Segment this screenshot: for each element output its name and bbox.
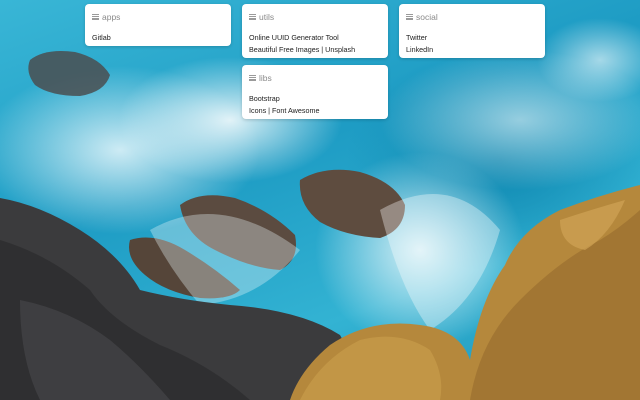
bookmark-link-twitter[interactable]: Twitter <box>406 32 539 44</box>
bookmark-link-linkedin[interactable]: LinkedIn <box>406 44 539 56</box>
card-title: social <box>416 11 438 22</box>
bookmark-link-bootstrap[interactable]: Bootstrap <box>249 93 382 105</box>
bookmark-card-social: social Twitter LinkedIn <box>399 4 545 58</box>
card-title: apps <box>102 11 121 22</box>
list-icon <box>249 13 256 20</box>
card-header: apps <box>92 11 225 22</box>
bookmark-link-gitlab[interactable]: Gitlab <box>92 32 225 44</box>
card-title: utils <box>259 11 275 22</box>
card-title: libs <box>259 72 272 83</box>
card-header: libs <box>249 72 382 83</box>
bookmark-card-apps: apps Gitlab <box>85 4 231 46</box>
bookmark-link-uuid-generator[interactable]: Online UUID Generator Tool <box>249 32 382 44</box>
card-header: social <box>406 11 539 22</box>
card-header: utils <box>249 11 382 22</box>
list-icon <box>92 13 99 20</box>
coastal-rocks-illustration <box>0 51 640 400</box>
bookmark-link-unsplash[interactable]: Beautiful Free Images | Unsplash <box>249 44 382 56</box>
bookmark-link-font-awesome[interactable]: Icons | Font Awesome <box>249 105 382 117</box>
bookmark-card-libs: libs Bootstrap Icons | Font Awesome <box>242 65 388 119</box>
background-image <box>0 0 640 400</box>
list-icon <box>406 13 413 20</box>
list-icon <box>249 74 256 81</box>
bookmark-card-utils: utils Online UUID Generator Tool Beautif… <box>242 4 388 58</box>
